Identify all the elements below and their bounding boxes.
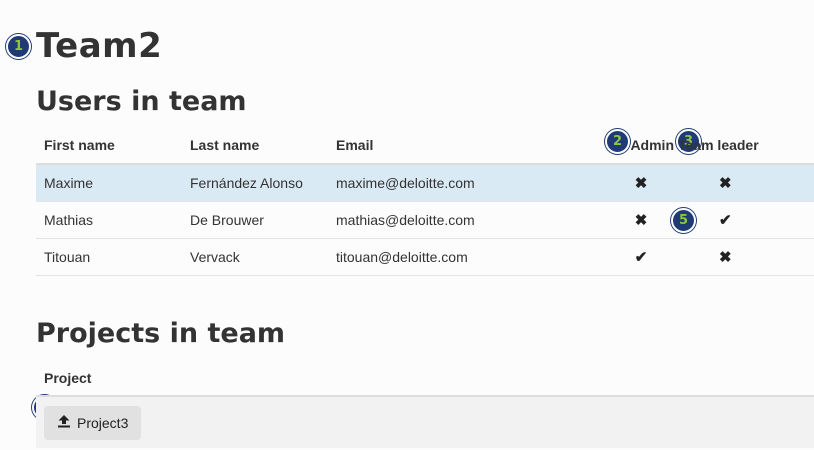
email-cell: titouan@deloitte.com [328,238,604,276]
callout-badge-1: 1 [6,34,31,59]
users-section-title: Users in team [36,86,247,117]
projects-table-header: Project [36,360,814,397]
column-header-team-leader: Team leader [678,126,814,165]
projects-section-title: Projects in team [36,318,286,349]
cross-icon[interactable]: ✖ [635,174,648,192]
last-name-cell: Fernández Alonso [182,164,328,202]
first-name-cell: Maxime [36,164,182,202]
cross-icon[interactable]: ✖ [719,248,732,266]
column-header-email: Email [328,126,604,165]
admin-cell: ✔ [604,238,678,276]
last-name-cell: De Brouwer [182,201,328,239]
table-row[interactable]: Maxime Fernández Alonso maxime@deloitte.… [36,164,814,202]
admin-cell: ✖ [604,164,678,202]
column-header-admin: Admin [604,126,678,165]
last-name-cell: Vervack [182,238,328,276]
users-table-header: First name Last name Email Admin Team le… [36,126,814,165]
email-cell: mathias@deloitte.com [328,201,604,239]
upload-icon [57,414,71,431]
column-header-project: Project [36,360,814,397]
table-row: Project3 [36,396,814,448]
email-cell: maxime@deloitte.com [328,164,604,202]
admin-cell: ✖ [604,201,678,239]
team-leader-cell: ✖ [678,164,814,202]
page-title: Team2 [36,26,163,66]
project-name: Project3 [77,414,129,431]
column-header-last-name: Last name [182,126,328,165]
cross-icon[interactable]: ✖ [635,211,648,229]
check-icon[interactable]: ✔ [635,248,648,266]
projects-table: Project Project3 [36,360,814,448]
check-icon[interactable]: ✔ [719,211,732,229]
team-leader-cell: ✖ [678,238,814,276]
table-row[interactable]: Titouan Vervack titouan@deloitte.com ✔ ✖ [36,238,814,276]
users-table: First name Last name Email Admin Team le… [36,126,814,276]
table-row[interactable]: Mathias De Brouwer mathias@deloitte.com … [36,201,814,239]
first-name-cell: Titouan [36,238,182,276]
project-cell: Project3 [36,396,814,448]
project-button[interactable]: Project3 [44,405,142,440]
cross-icon[interactable]: ✖ [719,174,732,192]
first-name-cell: Mathias [36,201,182,239]
team-leader-cell: ✔ [678,201,814,239]
column-header-first-name: First name [36,126,182,165]
